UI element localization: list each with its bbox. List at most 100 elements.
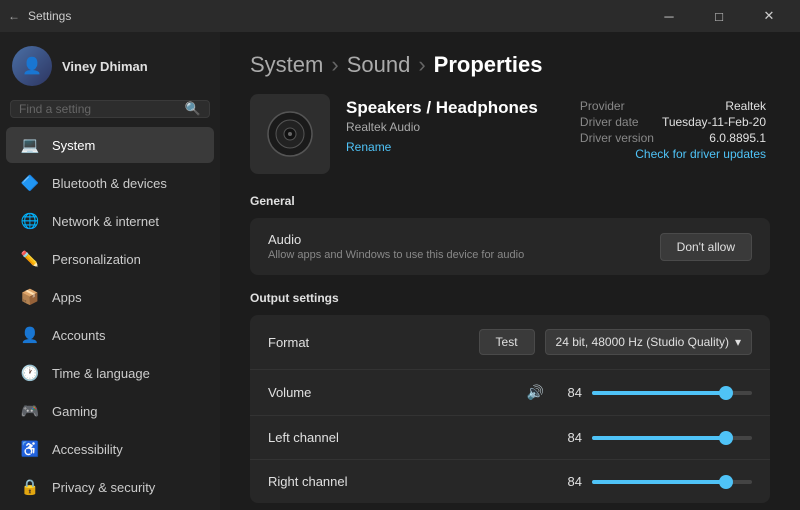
right-channel-row: Right channel 84 (250, 460, 770, 503)
provider-value: Realtek (658, 98, 770, 114)
driver-date-label: Driver date (576, 114, 658, 130)
sidebar-label-system: System (52, 138, 95, 153)
volume-icon: 🔊 (527, 384, 544, 401)
title-bar-left: ← Settings (8, 9, 71, 23)
breadcrumb: System › Sound › Properties (220, 32, 800, 94)
bluetooth-icon: 🔷 (20, 173, 40, 193)
network-icon: 🌐 (20, 211, 40, 231)
volume-label: Volume (268, 385, 408, 400)
device-icon-box (250, 94, 330, 174)
sidebar-item-apps[interactable]: 📦 Apps (6, 279, 214, 315)
audio-panel: Audio Allow apps and Windows to use this… (250, 218, 770, 275)
right-channel-value: 84 (554, 474, 582, 489)
sidebar-item-gaming[interactable]: 🎮 Gaming (6, 393, 214, 429)
left-channel-row: Left channel 84 (250, 416, 770, 460)
audio-desc: Allow apps and Windows to use this devic… (268, 249, 524, 261)
provider-label: Provider (576, 98, 658, 114)
maximize-button[interactable]: □ (696, 0, 742, 32)
driver-version-value: 6.0.8895.1 (658, 130, 770, 146)
right-channel-label: Right channel (268, 474, 408, 489)
right-channel-thumb[interactable] (719, 475, 733, 489)
system-icon: 💻 (20, 135, 40, 155)
content-area: System › Sound › Properties Speakers / H… (220, 32, 800, 510)
test-button[interactable]: Test (479, 329, 535, 355)
sidebar-label-accessibility: Accessibility (52, 442, 123, 457)
volume-controls: 🔊 84 (527, 384, 752, 401)
output-section-title: Output settings (220, 291, 800, 315)
title-bar: ← Settings ─ □ ✕ (0, 0, 800, 32)
time-icon: 🕐 (20, 363, 40, 383)
privacy-icon: 🔒 (20, 477, 40, 497)
format-label: Format (268, 335, 408, 350)
sidebar-label-accounts: Accounts (52, 328, 105, 343)
right-channel-control: 84 (554, 474, 752, 489)
driver-version-label: Driver version (576, 130, 658, 146)
left-channel-value: 84 (554, 430, 582, 445)
sidebar-item-bluetooth[interactable]: 🔷 Bluetooth & devices (6, 165, 214, 201)
format-value: 24 bit, 48000 Hz (Studio Quality) (556, 335, 729, 349)
speaker-icon (265, 109, 315, 159)
personalization-icon: ✏️ (20, 249, 40, 269)
audio-label: Audio (268, 232, 524, 247)
right-channel-controls: 84 (554, 474, 752, 489)
accessibility-icon: ♿ (20, 439, 40, 459)
left-channel-fill (592, 436, 726, 440)
sidebar-item-privacy[interactable]: 🔒 Privacy & security (6, 469, 214, 505)
title-bar-controls: ─ □ ✕ (646, 0, 792, 32)
breadcrumb-sound[interactable]: Sound (347, 52, 411, 78)
search-box[interactable]: 🔍 (10, 100, 210, 118)
user-info: Viney Dhiman (62, 59, 148, 74)
sidebar-label-personalization: Personalization (52, 252, 141, 267)
device-subtitle: Realtek Audio (346, 120, 560, 134)
sidebar-label-gaming: Gaming (52, 404, 98, 419)
left-channel-label: Left channel (268, 430, 408, 445)
sidebar-label-privacy: Privacy & security (52, 480, 155, 495)
left-channel-slider[interactable] (592, 436, 752, 440)
title-bar-title: Settings (28, 9, 71, 23)
gaming-icon: 🎮 (20, 401, 40, 421)
sidebar-label-bluetooth: Bluetooth & devices (52, 176, 167, 191)
audio-info: Audio Allow apps and Windows to use this… (268, 232, 524, 261)
sidebar-item-network[interactable]: 🌐 Network & internet (6, 203, 214, 239)
driver-link[interactable]: Check for driver updates (635, 147, 766, 161)
sidebar-label-time: Time & language (52, 366, 150, 381)
search-icon: 🔍 (185, 101, 201, 117)
device-card: Speakers / Headphones Realtek Audio Rena… (250, 94, 770, 174)
apps-icon: 📦 (20, 287, 40, 307)
avatar-image: 👤 (12, 46, 52, 86)
format-controls: Test 24 bit, 48000 Hz (Studio Quality) ▾ (479, 329, 752, 355)
device-meta: Provider Realtek Driver date Tuesday-11-… (576, 94, 770, 162)
dont-allow-button[interactable]: Don't allow (660, 233, 752, 261)
accounts-icon: 👤 (20, 325, 40, 345)
user-section: 👤 Viney Dhiman (0, 32, 220, 96)
device-name: Speakers / Headphones (346, 98, 560, 118)
output-panel: Format Test 24 bit, 48000 Hz (Studio Qua… (250, 315, 770, 503)
right-channel-slider[interactable] (592, 480, 752, 484)
breadcrumb-properties: Properties (434, 52, 543, 78)
sidebar-item-time[interactable]: 🕐 Time & language (6, 355, 214, 391)
left-channel-controls: 84 (554, 430, 752, 445)
format-row: Format Test 24 bit, 48000 Hz (Studio Qua… (250, 315, 770, 370)
breadcrumb-system[interactable]: System (250, 52, 323, 78)
breadcrumb-sep-1: › (331, 52, 338, 78)
volume-slider[interactable] (592, 391, 752, 395)
close-button[interactable]: ✕ (746, 0, 792, 32)
sidebar-item-system[interactable]: 💻 System (6, 127, 214, 163)
rename-link[interactable]: Rename (346, 140, 391, 154)
general-section-title: General (220, 194, 800, 218)
driver-date-value: Tuesday-11-Feb-20 (658, 114, 770, 130)
sidebar-item-accounts[interactable]: 👤 Accounts (6, 317, 214, 353)
sidebar-item-accessibility[interactable]: ♿ Accessibility (6, 431, 214, 467)
search-input[interactable] (19, 102, 185, 116)
left-channel-thumb[interactable] (719, 431, 733, 445)
right-channel-fill (592, 480, 726, 484)
volume-thumb[interactable] (719, 386, 733, 400)
volume-value: 84 (554, 385, 582, 400)
minimize-button[interactable]: ─ (646, 0, 692, 32)
back-button[interactable]: ← (8, 9, 20, 23)
format-dropdown[interactable]: 24 bit, 48000 Hz (Studio Quality) ▾ (545, 329, 752, 355)
sidebar-item-personalization[interactable]: ✏️ Personalization (6, 241, 214, 277)
app-body: 👤 Viney Dhiman 🔍 💻 System 🔷 Bluetooth & … (0, 32, 800, 510)
breadcrumb-sep-2: › (418, 52, 425, 78)
dropdown-chevron-icon: ▾ (735, 335, 741, 349)
